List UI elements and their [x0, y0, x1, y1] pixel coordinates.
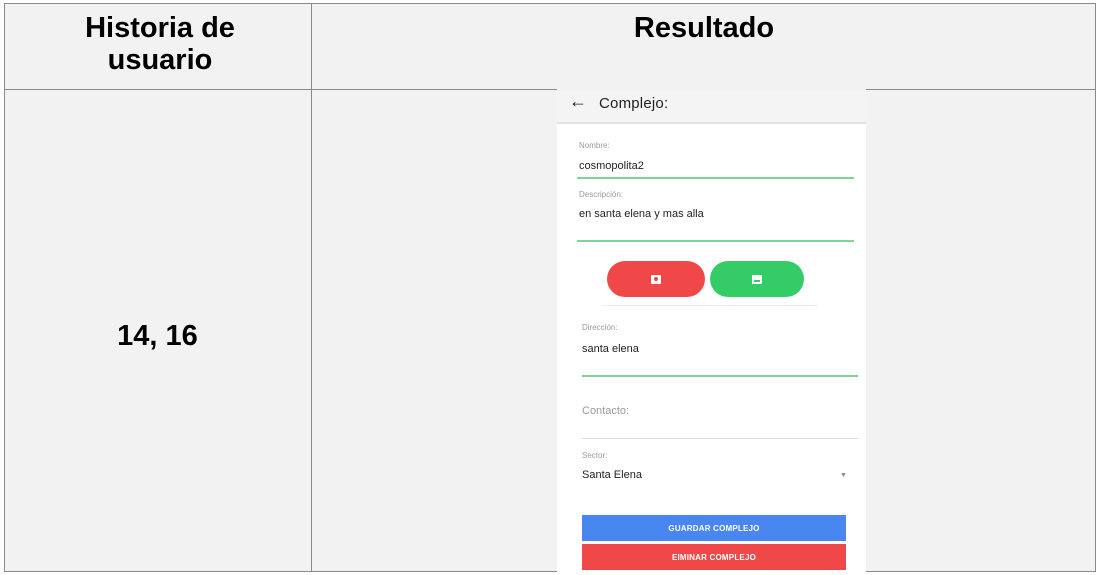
direccion-label: Dirección: [582, 323, 618, 332]
contacto-underline [582, 438, 858, 439]
image-icon [752, 274, 762, 284]
arrow-left-icon[interactable]: ← [569, 91, 587, 112]
nombre-underline [577, 177, 854, 179]
camera-button[interactable] [607, 261, 705, 297]
delete-complejo-button[interactable]: EIMINAR COMPLEJO [582, 544, 846, 570]
direccion-underline [582, 375, 858, 377]
descripcion-underline [577, 240, 854, 242]
camera-icon [651, 274, 661, 284]
nombre-field[interactable]: cosmopolita2 [579, 160, 644, 172]
app-bar: ← Complejo: [557, 89, 866, 124]
header-resultado: Resultado [633, 12, 775, 44]
sector-label: Sector: [582, 451, 608, 460]
app-title: Complejo: [599, 95, 669, 112]
descripcion-field[interactable]: en santa elena y mas alla [579, 208, 704, 220]
sector-select[interactable]: Santa Elena [582, 469, 642, 481]
gallery-button[interactable] [710, 261, 804, 297]
save-complejo-button[interactable]: GUARDAR COMPLEJO [582, 515, 846, 541]
contacto-field[interactable]: Contacto: [582, 405, 629, 417]
row-divider [4, 89, 1096, 90]
header-historia-de-usuario: Historia de usuario [85, 12, 235, 76]
chevron-down-icon[interactable]: ▼ [840, 472, 847, 479]
direccion-field[interactable]: santa elena [582, 343, 639, 355]
app-screenshot: ← Complejo: Nombre: cosmopolita2 Descrip… [557, 89, 866, 572]
story-numbers: 14, 16 [117, 320, 198, 352]
document-page: Historia de usuario Resultado 14, 16 ← C… [0, 0, 1101, 575]
descripcion-label: Descripción: [579, 190, 624, 199]
nombre-label: Nombre: [579, 141, 610, 150]
